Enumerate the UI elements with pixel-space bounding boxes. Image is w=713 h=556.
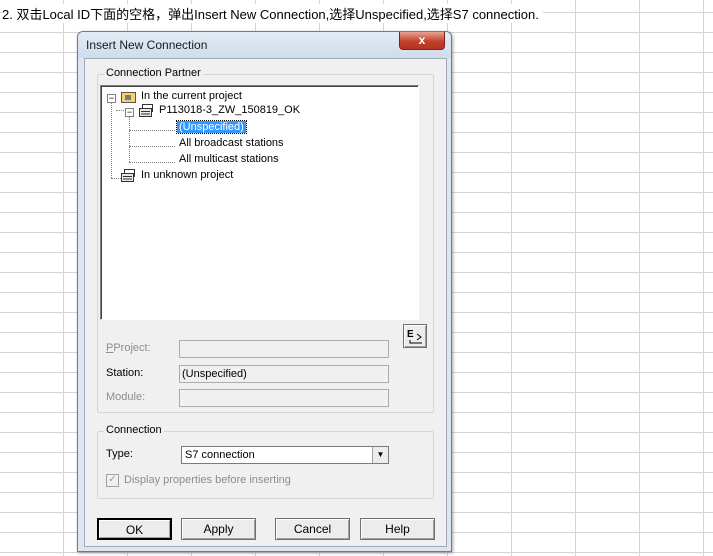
tree-item-broadcast[interactable]: All broadcast stations [179,137,284,149]
station-field: (Unspecified) [179,365,389,383]
ok-button[interactable]: OK [97,518,172,540]
display-props-checkbox[interactable]: ✓ [106,474,119,487]
svg-text:E: E [407,329,414,340]
close-button[interactable]: x [399,32,445,50]
module-label: Module: [106,391,146,403]
module-field [179,389,389,407]
help-button[interactable]: Help [360,518,435,540]
project-label: PProject: [106,342,151,354]
project-field [179,340,389,358]
tree-connector [111,178,121,179]
connection-type-value: S7 connection [185,449,255,461]
tree-connector [129,162,175,163]
tree-item-unspecified[interactable]: (Unspecified) [176,120,247,134]
tree-item-project[interactable]: P113018-3_ZW_150819_OK [159,104,300,116]
tree-connector [129,130,175,131]
tree-item-multicast[interactable]: All multicast stations [179,153,279,165]
collapse-current-project[interactable]: − [107,94,116,103]
filter-icon: E [406,329,424,344]
tree-connector [129,146,175,147]
connection-group: Connection [97,424,434,499]
connection-partner-label: Connection Partner [104,67,203,79]
filter-button[interactable]: E [403,324,427,348]
connection-type-select[interactable]: S7 connection ▼ [181,446,389,464]
tree-item-unknown-project[interactable]: In unknown project [141,169,233,181]
apply-button[interactable]: Apply [181,518,256,540]
partner-tree[interactable]: − In the current project − P113018-3_ZW_… [100,85,419,320]
dialog-title: Insert New Connection [86,38,208,52]
collapse-project[interactable]: − [125,108,134,117]
unknown-station-icon [121,169,136,182]
chevron-down-icon[interactable]: ▼ [372,447,388,463]
display-props-label: Display properties before inserting [124,474,291,486]
station-icon [139,104,154,117]
tree-connector [111,101,112,178]
connection-group-label: Connection [104,424,164,436]
folder-icon [121,90,136,103]
station-label: Station: [106,367,144,379]
tree-connector [129,116,130,162]
dialog-body: Connection Partner − In the current proj… [84,58,447,547]
insert-connection-dialog: Insert New Connection x Connection Partn… [77,31,452,552]
title-bar[interactable]: Insert New Connection x [78,32,451,58]
tree-item-current-project[interactable]: In the current project [141,90,242,102]
type-label: Type: [106,448,133,460]
cancel-button[interactable]: Cancel [275,518,350,540]
instruction-text: 2. 双击Local ID下面的空格，弹出Insert New Connecti… [2,4,543,23]
